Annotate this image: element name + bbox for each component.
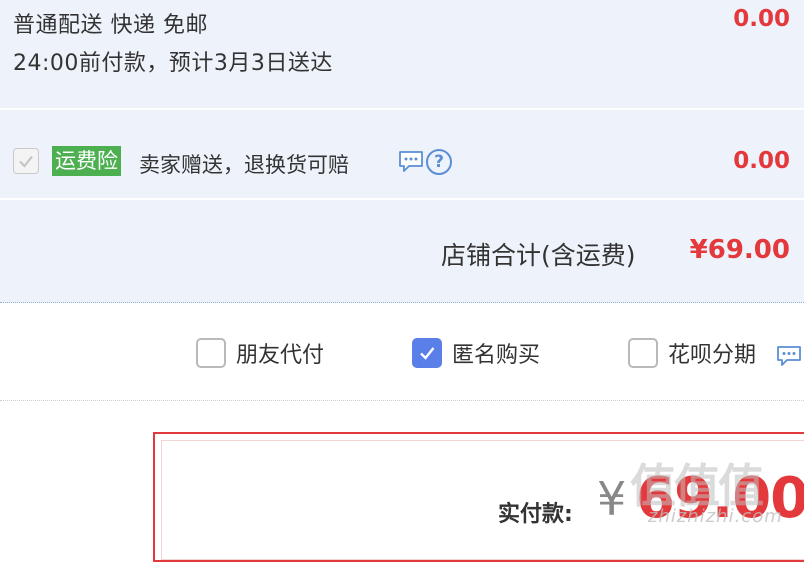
insurance-price: 0.00 <box>733 148 790 174</box>
chat-bubble-icon[interactable] <box>776 345 802 367</box>
shipping-price: 0.00 <box>733 6 790 32</box>
divider <box>0 108 804 110</box>
question-mark-icon[interactable]: ? <box>426 149 452 175</box>
checkbox[interactable] <box>628 338 658 368</box>
store-total-amount: ¥69.00 <box>689 235 790 265</box>
shipping-method[interactable]: 普通配送 快递 免邮 <box>13 7 208 39</box>
option-installment[interactable]: 花呗分期 <box>628 337 756 369</box>
divider <box>0 400 804 401</box>
option-label: 匿名购买 <box>452 343 541 368</box>
store-total-label: 店铺合计(含运费) <box>441 241 636 270</box>
insurance-tag: 运费险 <box>52 146 121 176</box>
checkbox[interactable] <box>196 338 226 368</box>
payment-label: 实付款: <box>498 502 573 527</box>
option-label: 朋友代付 <box>236 343 325 368</box>
option-label: 花呗分期 <box>668 343 757 368</box>
checkbox[interactable] <box>412 338 442 368</box>
divider <box>0 198 804 200</box>
insurance-checkbox[interactable] <box>13 148 39 174</box>
check-icon <box>19 155 33 168</box>
check-icon <box>420 347 435 360</box>
currency-symbol: ¥ <box>597 472 627 526</box>
insurance-description: 卖家赠送，退换货可赔 <box>139 153 349 177</box>
option-friend-pay[interactable]: 朋友代付 <box>196 337 324 369</box>
option-anonymous-purchase[interactable]: 匿名购买 <box>412 337 540 369</box>
chat-bubble-icon[interactable] <box>398 150 424 174</box>
delivery-estimate: 24:00前付款，预计3月3日送达 <box>13 51 333 76</box>
watermark-url: zhizhizhi.com <box>648 506 783 527</box>
